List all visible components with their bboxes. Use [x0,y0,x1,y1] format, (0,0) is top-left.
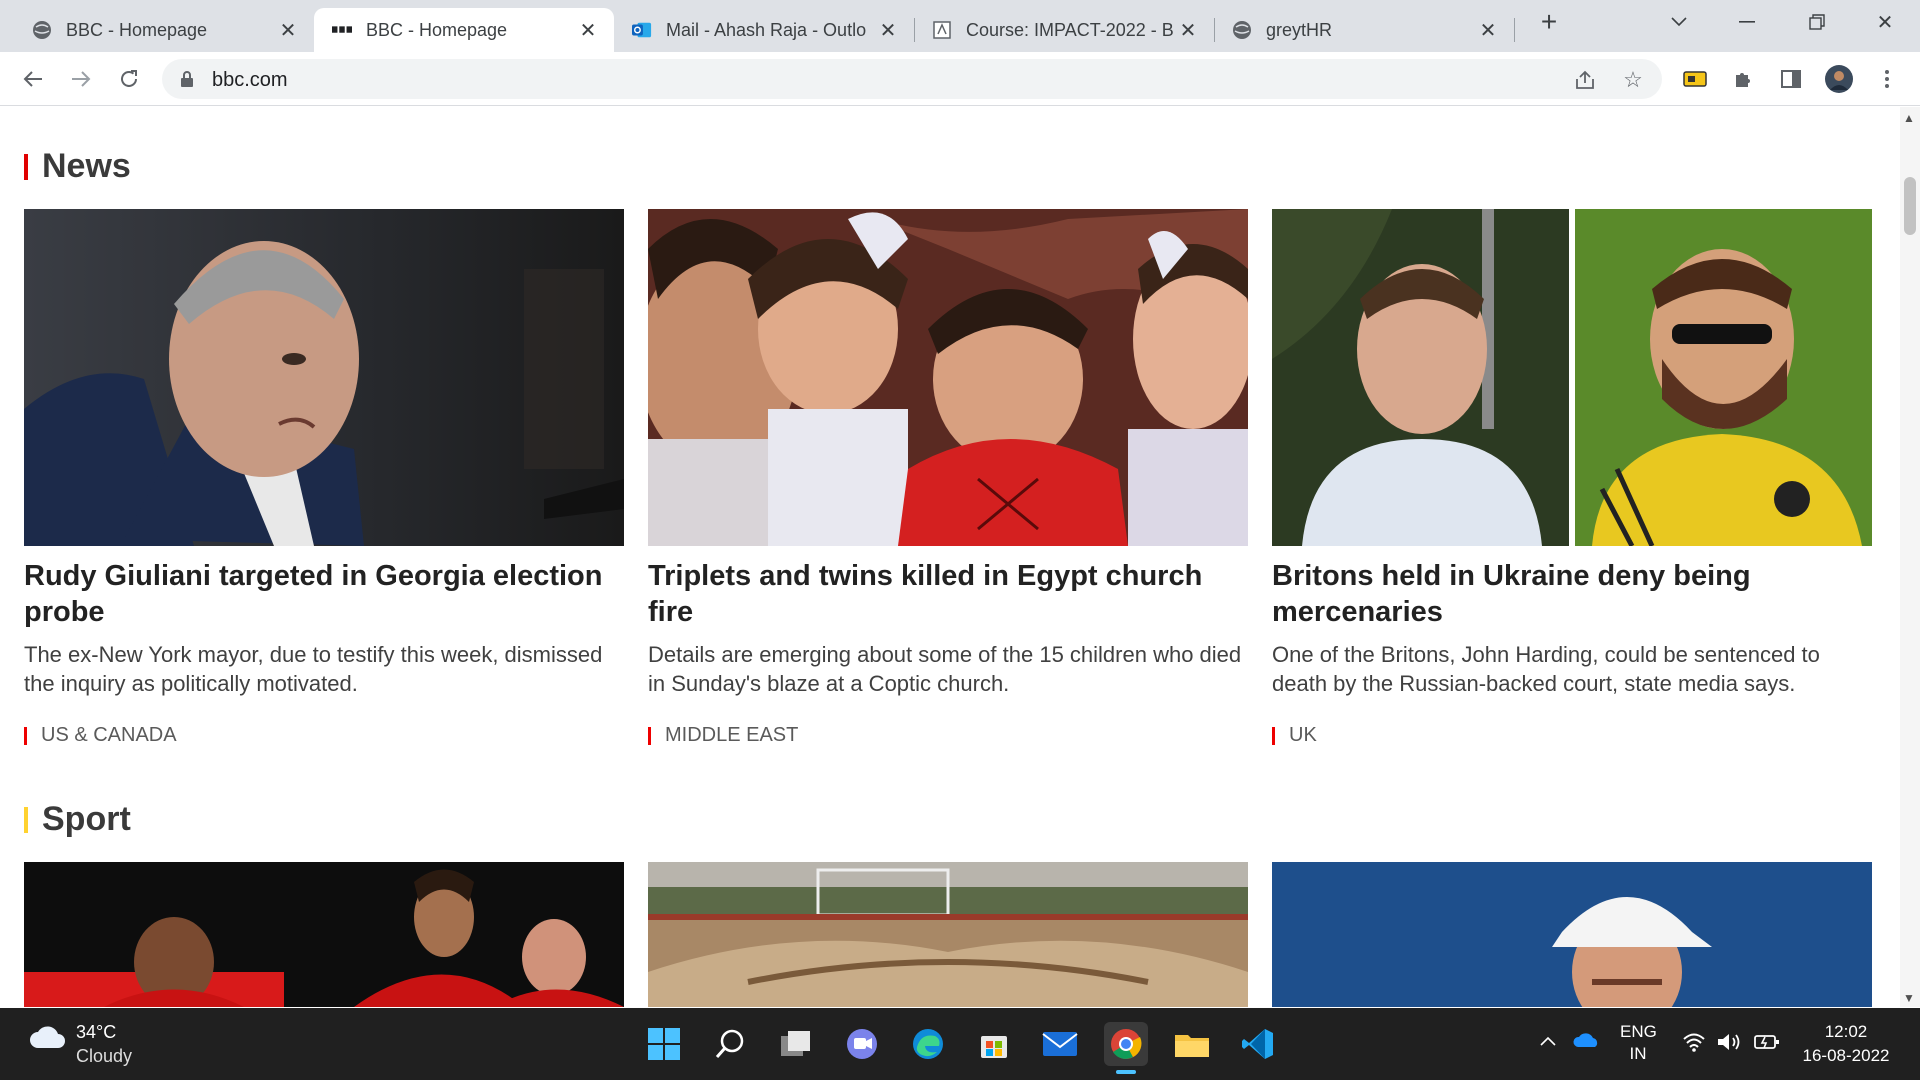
browser-toolbar: bbc.com ☆ [0,52,1920,106]
close-tab-icon[interactable]: ✕ [876,18,900,43]
clock[interactable]: 12:02 16-08-2022 [1798,1022,1894,1066]
weather-desc[interactable]: Cloudy [76,1046,132,1067]
vscode-icon[interactable] [1236,1022,1280,1066]
tab-title: Course: IMPACT-2022 - B [966,19,1174,40]
outlook-icon [632,20,652,40]
bbc-icon [332,20,352,40]
tab-title: greytHR [1266,19,1333,40]
volume-icon[interactable] [1716,1032,1742,1057]
scroll-up-icon[interactable]: ▲ [1903,111,1915,125]
news-card-ukraine[interactable]: Britons held in Ukraine deny being merce… [1272,209,1872,747]
news-section-header: News [24,147,131,186]
news-card-giuliani[interactable]: Rudy Giuliani targeted in Georgia electi… [24,209,624,747]
news-headline[interactable]: Rudy Giuliani targeted in Georgia electi… [24,558,624,630]
teams-icon[interactable] [840,1022,884,1066]
news-summary: The ex-New York mayor, due to testify th… [24,642,603,696]
chevron-up-icon[interactable] [1540,1030,1556,1051]
forward-button[interactable] [64,62,98,96]
scrollbar-thumb[interactable] [1904,177,1916,235]
lock-icon [180,70,194,93]
profile-avatar[interactable] [1822,62,1856,96]
category-label[interactable]: US & CANADA [41,724,177,747]
close-window-button[interactable]: ✕ [1858,0,1912,44]
clock-time[interactable]: 12:02 [1798,1022,1894,1042]
sport-card-3[interactable] [1272,862,1872,1007]
news-category-tag[interactable]: MIDDLE EAST [648,724,1248,747]
category-label[interactable]: MIDDLE EAST [665,724,798,747]
news-summary: One of the Britons, John Harding, could … [1272,642,1820,696]
news-headline[interactable]: Britons held in Ukraine deny being merce… [1272,558,1872,630]
news-image-ukraine[interactable] [1272,209,1872,546]
tab-search-icon[interactable] [1652,0,1706,44]
globe-icon [32,20,52,40]
reload-button[interactable] [112,62,146,96]
news-category-tag[interactable]: UK [1272,724,1872,747]
course-icon [932,20,952,40]
scroll-down-icon[interactable]: ▼ [1903,991,1915,1005]
sport-image-liverpool[interactable] [24,862,624,1007]
edge-icon[interactable] [906,1022,950,1066]
news-image-egypt[interactable] [648,209,1248,546]
sport-card-1[interactable] [24,862,624,1007]
close-tab-icon[interactable]: ✕ [1476,18,1500,43]
page-content: News Rudy Giuliani targeted in Georgia e… [0,107,1900,1007]
sport-heading[interactable]: Sport [42,800,131,839]
weather-cloud-icon[interactable] [28,1022,68,1057]
section-accent-bar [24,806,28,833]
tab-strip: BBC - Homepage ✕ BBC - Homepage ✕ Mail -… [0,0,1920,52]
tab-bbc-1[interactable]: BBC - Homepage ✕ [14,8,314,52]
store-icon[interactable] [972,1022,1016,1066]
windows-taskbar: 34°C Cloudy ENG IN 12:02 16-08-2022 [0,1008,1920,1080]
section-accent-bar [24,153,28,180]
address-bar[interactable]: bbc.com ☆ [162,59,1662,99]
news-image-giuliani[interactable] [24,209,624,546]
close-tab-icon[interactable]: ✕ [576,18,600,43]
sport-image-crater[interactable] [648,862,1248,1007]
onedrive-icon[interactable] [1572,1030,1600,1053]
language-indicator[interactable]: ENG IN [1620,1022,1657,1064]
globe-icon [1232,20,1252,40]
tab-title: Mail - Ahash Raja - Outlo [666,19,867,40]
bookmark-star-icon[interactable]: ☆ [1620,67,1646,93]
news-summary: Details are emerging about some of the 1… [648,642,1242,696]
back-button[interactable] [16,62,50,96]
share-icon[interactable] [1572,67,1598,93]
news-category-tag[interactable]: US & CANADA [24,724,624,747]
sport-section-header: Sport [24,800,131,839]
news-heading[interactable]: News [42,147,131,186]
chrome-icon[interactable] [1104,1022,1148,1066]
page-scrollbar[interactable]: ▲ ▼ [1900,107,1920,1007]
news-card-egypt[interactable]: Triplets and twins killed in Egypt churc… [648,209,1248,747]
url-text[interactable]: bbc.com [212,69,288,92]
sport-card-2[interactable] [648,862,1248,1007]
windows-start-icon[interactable] [642,1022,686,1066]
side-panel-icon[interactable] [1774,62,1808,96]
active-app-indicator [1116,1070,1136,1074]
minimize-button[interactable] [1720,0,1774,44]
task-view-icon[interactable] [774,1022,818,1066]
extension-icon[interactable] [1678,62,1712,96]
mail-icon[interactable] [1038,1022,1082,1066]
menu-kebab-icon[interactable] [1870,62,1904,96]
close-tab-icon[interactable]: ✕ [1176,18,1200,43]
tab-outlook[interactable]: Mail - Ahash Raja - Outlo ✕ [614,8,914,52]
search-icon[interactable] [708,1022,752,1066]
weather-temp[interactable]: 34°C [76,1022,116,1043]
tab-greythr[interactable]: greytHR ✕ [1214,8,1514,52]
news-headline[interactable]: Triplets and twins killed in Egypt churc… [648,558,1248,630]
category-label[interactable]: UK [1289,724,1317,747]
new-tab-button[interactable]: + [1522,0,1576,44]
extensions-puzzle-icon[interactable] [1726,62,1760,96]
restore-button[interactable] [1790,0,1844,44]
tab-title: BBC - Homepage [66,19,208,40]
file-explorer-icon[interactable] [1170,1022,1214,1066]
tab-title: BBC - Homepage [366,19,508,40]
clock-date[interactable]: 16-08-2022 [1798,1046,1894,1066]
sport-image-tennis[interactable] [1272,862,1872,1007]
tab-bbc-2[interactable]: BBC - Homepage ✕ [314,8,614,52]
close-tab-icon[interactable]: ✕ [276,18,300,43]
wifi-icon[interactable] [1682,1032,1706,1057]
tab-course[interactable]: Course: IMPACT-2022 - B ✕ [914,8,1214,52]
battery-icon[interactable] [1754,1032,1780,1057]
